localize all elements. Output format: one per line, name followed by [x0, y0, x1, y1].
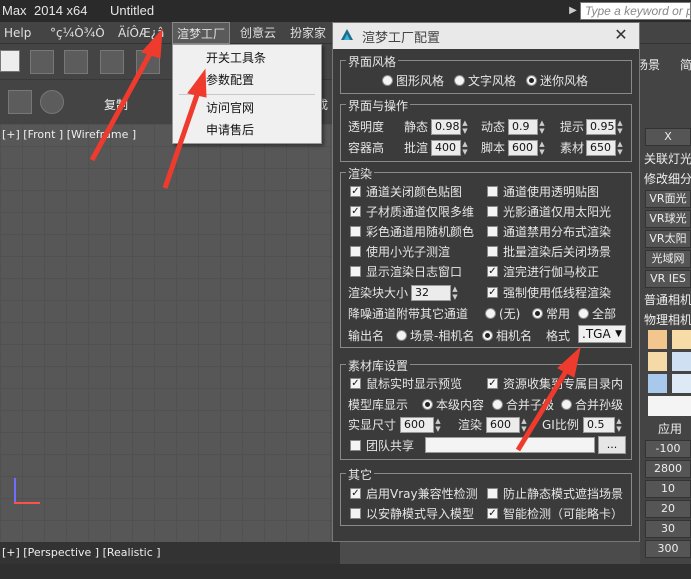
arrow-head-icon — [557, 346, 581, 378]
arrow-head-icon — [141, 28, 163, 59]
annotation-arrow — [89, 48, 155, 162]
arrow-head-icon — [187, 68, 207, 98]
annotation-arrow — [515, 366, 571, 452]
annotation-arrows — [89, 28, 581, 452]
annotation-arrow — [162, 91, 201, 189]
